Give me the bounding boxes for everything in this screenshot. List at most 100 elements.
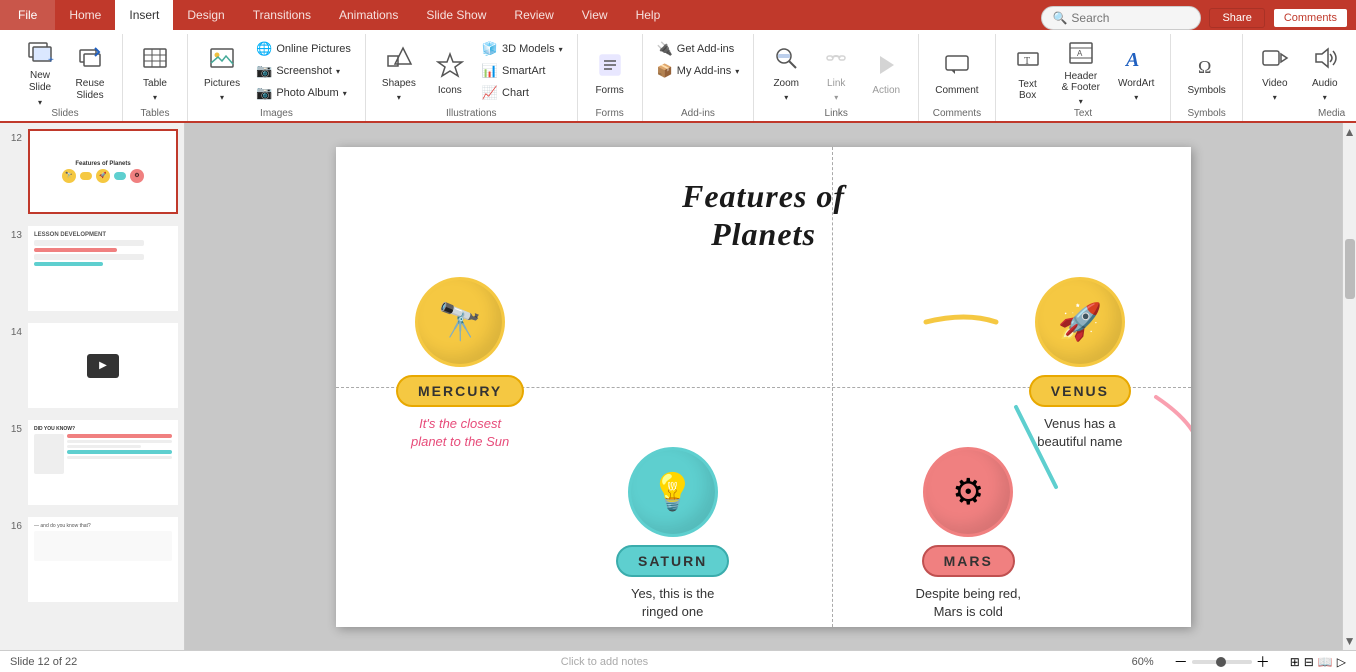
- zoom-button[interactable]: Zoom ▾: [762, 38, 810, 106]
- scroll-thumb[interactable]: [1345, 239, 1355, 299]
- get-addins-button[interactable]: 🔌 Get Add-ins: [651, 38, 746, 60]
- svg-text:Ω: Ω: [1198, 57, 1211, 77]
- slide-thumb-13[interactable]: 13 LESSON DEVELOPMENT: [4, 224, 180, 313]
- symbols-button[interactable]: Ω Symbols: [1179, 38, 1233, 106]
- audio-dropdown[interactable]: ▾: [1323, 93, 1327, 102]
- audio-button[interactable]: Audio ▾: [1301, 38, 1349, 106]
- video-dropdown[interactable]: ▾: [1273, 93, 1277, 102]
- comment-button[interactable]: Comment: [927, 38, 986, 106]
- tab-transitions[interactable]: Transitions: [239, 0, 325, 30]
- slide-img-12[interactable]: Features of Planets 🔭 🚀 ⚙: [28, 129, 178, 214]
- vertical-scrollbar[interactable]: ▲ ▼: [1342, 123, 1356, 650]
- text-group-label: Text: [1004, 106, 1163, 121]
- normal-view-button[interactable]: ⊞: [1290, 655, 1300, 669]
- mars-label: MARS: [922, 545, 1015, 577]
- tab-view[interactable]: View: [568, 0, 622, 30]
- wordart-icon: A: [1120, 42, 1152, 74]
- notes-hint[interactable]: Click to add notes: [97, 656, 1111, 668]
- venus-label: VENUS: [1029, 375, 1131, 407]
- zoom-in-button[interactable]: ＋: [1256, 652, 1270, 672]
- slide-title: Features ofPlanets: [682, 177, 845, 254]
- link-button[interactable]: Link ▾: [812, 38, 860, 106]
- tab-review[interactable]: Review: [500, 0, 567, 30]
- my-addins-dropdown[interactable]: ▾: [735, 67, 739, 76]
- share-button[interactable]: Share: [1209, 8, 1264, 28]
- screen-recording-button[interactable]: ScreenRecording: [1351, 38, 1356, 106]
- tab-slideshow[interactable]: Slide Show: [412, 0, 500, 30]
- zoom-slider[interactable]: [1192, 660, 1252, 664]
- icons-button[interactable]: Icons: [426, 38, 474, 106]
- reuse-slides-icon: [74, 42, 106, 74]
- scroll-down-button[interactable]: ▼: [1342, 632, 1356, 650]
- screenshot-button[interactable]: 📷 Screenshot ▾: [250, 60, 357, 82]
- online-pictures-button[interactable]: 🌐 Online Pictures: [250, 38, 357, 60]
- search-icon: 🔍: [1052, 11, 1067, 25]
- my-addins-icon: 📦: [657, 63, 673, 79]
- tab-file[interactable]: File: [0, 0, 55, 30]
- slide-img-15[interactable]: DID YOU KNOW?: [28, 420, 178, 505]
- zoom-label: Zoom: [773, 78, 799, 89]
- slide-thumb-12[interactable]: 12 Features of Planets 🔭 🚀 ⚙: [4, 127, 180, 216]
- header-footer-icon: A: [1065, 39, 1097, 67]
- pictures-button[interactable]: Pictures ▾: [196, 38, 248, 106]
- reading-view-button[interactable]: 📖: [1318, 655, 1333, 669]
- tab-animations[interactable]: Animations: [325, 0, 412, 30]
- wordart-dropdown[interactable]: ▾: [1134, 93, 1138, 102]
- slide-sorter-button[interactable]: ⊟: [1304, 655, 1314, 669]
- tab-insert[interactable]: Insert: [115, 0, 173, 30]
- online-pictures-label: Online Pictures: [276, 43, 351, 55]
- slide-thumb-15[interactable]: 15 DID YOU KNOW?: [4, 418, 180, 507]
- venus-desc: Venus has abeautiful name: [1037, 415, 1122, 451]
- search-box[interactable]: 🔍: [1041, 6, 1201, 30]
- tab-home[interactable]: Home: [55, 0, 115, 30]
- photo-album-button[interactable]: 📷 Photo Album ▾: [250, 82, 357, 104]
- photo-album-icon: 📷: [256, 85, 272, 101]
- table-button[interactable]: Table ▾: [131, 38, 179, 106]
- shapes-dropdown[interactable]: ▾: [397, 93, 401, 102]
- scroll-up-button[interactable]: ▲: [1342, 123, 1356, 141]
- new-slide-button[interactable]: + NewSlide ▾: [16, 38, 64, 106]
- comments-button[interactable]: Comments: [1273, 8, 1348, 28]
- mars-section: ⚙ MARS Despite being red,Mars is cold: [915, 447, 1021, 621]
- comment-label: Comment: [935, 85, 978, 96]
- tab-help[interactable]: Help: [622, 0, 675, 30]
- reuse-slides-label: ReuseSlides: [76, 78, 105, 102]
- forms-button[interactable]: Forms: [586, 38, 634, 106]
- slide-thumb-16[interactable]: 16 — and do you know that?: [4, 515, 180, 604]
- header-footer-button[interactable]: A Header& Footer ▾: [1054, 38, 1108, 106]
- zoom-dropdown[interactable]: ▾: [784, 93, 788, 102]
- reuse-slides-button[interactable]: ReuseSlides: [66, 38, 114, 106]
- zoom-slider-thumb[interactable]: [1216, 657, 1226, 667]
- slideshow-view-button[interactable]: ▷: [1337, 655, 1346, 669]
- action-button[interactable]: Action: [862, 38, 910, 106]
- video-button[interactable]: Video ▾: [1251, 38, 1299, 106]
- 3d-models-dropdown[interactable]: ▾: [559, 45, 563, 54]
- svg-text:A: A: [1124, 49, 1139, 71]
- slide-img-14[interactable]: ▶: [28, 323, 178, 408]
- screenshot-dropdown[interactable]: ▾: [336, 67, 340, 76]
- status-bar: Slide 12 of 22 Click to add notes 60% － …: [0, 650, 1356, 672]
- wordart-button[interactable]: A WordArt ▾: [1110, 38, 1163, 106]
- table-dropdown[interactable]: ▾: [153, 93, 157, 102]
- get-addins-icon: 🔌: [657, 41, 673, 57]
- slide-img-16[interactable]: — and do you know that?: [28, 517, 178, 602]
- zoom-out-button[interactable]: －: [1174, 652, 1188, 672]
- tab-design[interactable]: Design: [173, 0, 238, 30]
- my-addins-button[interactable]: 📦 My Add-ins ▾: [651, 60, 746, 82]
- smartart-button[interactable]: 📊 SmartArt: [476, 60, 569, 82]
- photo-album-dropdown[interactable]: ▾: [343, 89, 347, 98]
- link-dropdown[interactable]: ▾: [834, 93, 838, 102]
- chart-button[interactable]: 📈 Chart: [476, 82, 569, 104]
- 3d-models-button[interactable]: 🧊 3D Models ▾: [476, 38, 569, 60]
- header-footer-dropdown[interactable]: ▾: [1079, 97, 1083, 106]
- slide-img-13[interactable]: LESSON DEVELOPMENT: [28, 226, 178, 311]
- text-box-button[interactable]: T TextBox: [1004, 38, 1052, 106]
- pictures-dropdown[interactable]: ▾: [220, 93, 224, 102]
- search-input[interactable]: [1071, 11, 1191, 25]
- action-icon: [870, 49, 902, 81]
- action-label: Action: [872, 85, 900, 96]
- canvas-area: Features ofPlanets 🔭 MERCURY It's the cl…: [185, 123, 1342, 650]
- addins-group-label: Add-ins: [651, 106, 746, 121]
- shapes-button[interactable]: Shapes ▾: [374, 38, 424, 106]
- slide-thumb-14[interactable]: 14 ▶: [4, 321, 180, 410]
